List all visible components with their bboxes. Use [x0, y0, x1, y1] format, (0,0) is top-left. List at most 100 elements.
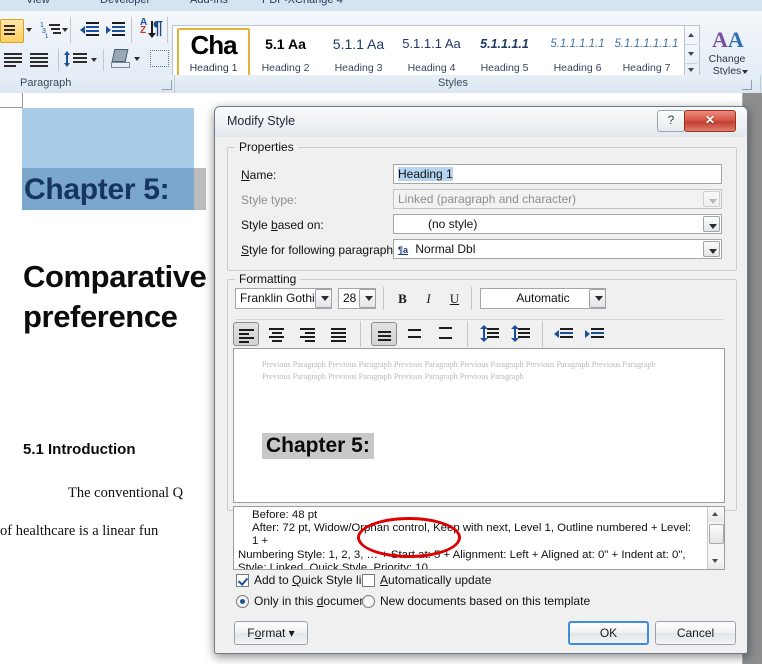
ribbon-group-labels: Paragraph Styles: [0, 75, 762, 94]
align-justify-button[interactable]: [326, 322, 352, 346]
divider: [542, 321, 543, 347]
change-styles-icon: AA: [712, 27, 744, 52]
add-to-quick-style-label[interactable]: Add to Quick Style list: [254, 573, 371, 587]
style-preview-box: Previous Paragraph Previous Paragraph Pr…: [233, 348, 725, 503]
chevron-down-icon[interactable]: [703, 241, 720, 257]
style-label: Heading 7: [622, 62, 671, 74]
divider: [471, 287, 472, 310]
document-body-line-1: The conventional Q: [68, 485, 184, 501]
document-body-line-2: of healthcare is a linear fun: [0, 523, 159, 539]
font-size-chevron-down-icon[interactable]: [359, 289, 376, 308]
close-button[interactable]: ✕: [684, 110, 736, 132]
align-justify-icon[interactable]: [30, 51, 52, 69]
line-spacing-icon[interactable]: [64, 51, 98, 69]
style-preview: 5.1 Aa: [265, 36, 306, 52]
style-based-on-label: Style based on:: [241, 218, 324, 232]
cancel-button[interactable]: Cancel: [655, 621, 736, 645]
ok-button[interactable]: OK: [568, 621, 649, 645]
style-description-text: Before: 48 pt After: 72 pt, Widow/Orphan…: [238, 509, 700, 570]
underline-button[interactable]: U: [443, 288, 466, 310]
style-preview: 5.1.1.1.1.1.1: [614, 38, 679, 50]
only-in-this-document-label[interactable]: Only in this document: [254, 594, 369, 608]
multilevel-list-icon[interactable]: 1 3 1: [40, 19, 68, 41]
description-scroll-up[interactable]: [708, 507, 723, 522]
line-spacing-single-button[interactable]: [371, 322, 397, 346]
chevron-down-icon: [703, 191, 720, 207]
gallery-scroll-up[interactable]: [685, 26, 697, 45]
desc-line-1: Before: 48 pt: [252, 509, 318, 521]
group-label-styles: Styles: [438, 77, 468, 89]
decrease-space-before-button[interactable]: [477, 322, 503, 346]
name-label: Name:: [241, 168, 277, 182]
style-label: Heading 5: [480, 62, 529, 74]
selection-highlight-edge: [194, 168, 206, 210]
change-styles-arrow[interactable]: [742, 70, 748, 74]
increase-space-after-button[interactable]: [508, 322, 534, 346]
bullets-button[interactable]: [0, 19, 24, 43]
increase-indent-button[interactable]: [583, 322, 609, 346]
dialog-titlebar[interactable]: Modify Style ? ✕: [215, 107, 747, 137]
gallery-scroll-down[interactable]: [685, 45, 697, 64]
style-for-following-paragraph-label: Style for following paragraph:: [241, 243, 397, 257]
name-label-text: ame:: [249, 168, 277, 182]
style-description-box: Before: 48 pt After: 72 pt, Widow/Orphan…: [233, 506, 725, 570]
style-name-input[interactable]: Heading 1: [393, 164, 722, 184]
line-spacing-double-button[interactable]: [433, 322, 459, 346]
bold-button[interactable]: B: [391, 288, 414, 310]
modify-style-dialog[interactable]: Modify Style ? ✕ Properties Name: Headin…: [214, 106, 748, 654]
font-name-chevron-down-icon[interactable]: [315, 289, 332, 308]
align-right-button[interactable]: [295, 322, 321, 346]
format-button[interactable]: Format ▾: [234, 621, 308, 645]
style-following-paragraph-combo[interactable]: ¶a Normal Dbl: [393, 239, 722, 259]
divider: [58, 49, 59, 71]
shading-icon[interactable]: [110, 49, 142, 71]
style-label: Heading 1: [189, 62, 238, 74]
font-color-combo[interactable]: Automatic: [480, 288, 606, 309]
align-justify-low-icon[interactable]: [4, 51, 26, 69]
decrease-indent-button[interactable]: [552, 322, 578, 346]
styles-dialog-launcher[interactable]: [742, 80, 752, 90]
divider: [383, 287, 384, 310]
add-to-quick-style-checkbox[interactable]: [236, 574, 249, 587]
help-button[interactable]: ?: [657, 110, 685, 132]
style-name-value: Heading 1: [398, 167, 453, 181]
automatically-update-label[interactable]: Automatically update: [380, 573, 491, 587]
style-preview: 5.1.1.1.1.1: [550, 38, 605, 50]
line-spacing-1-5-button[interactable]: [402, 322, 428, 346]
tab-pdf-xchange[interactable]: PDF-XChange 4: [262, 0, 343, 6]
group-label-paragraph: Paragraph: [20, 77, 72, 89]
only-in-this-document-radio[interactable]: [236, 595, 249, 608]
align-left-button[interactable]: [233, 322, 259, 346]
description-scroll-thumb[interactable]: [709, 524, 724, 544]
font-color-chevron-down-icon[interactable]: [589, 289, 606, 308]
description-scroll-down[interactable]: [708, 554, 723, 569]
tab-add-ins[interactable]: Add-Ins: [190, 0, 228, 6]
decrease-indent-icon[interactable]: [80, 21, 100, 39]
description-scrollbar[interactable]: [707, 507, 724, 569]
divider: [360, 321, 361, 347]
new-documents-template-label[interactable]: New documents based on this template: [380, 594, 590, 608]
show-formatting-marks-icon[interactable]: ¶: [153, 18, 163, 39]
italic-button[interactable]: I: [417, 288, 440, 310]
automatically-update-checkbox[interactable]: [362, 574, 375, 587]
style-label: Heading 2: [261, 62, 310, 74]
new-documents-template-radio[interactable]: [362, 595, 375, 608]
desc-line-2: After: 72 pt, Widow/Orphan control, Keep…: [252, 522, 692, 548]
increase-indent-icon[interactable]: [106, 21, 126, 39]
style-based-on-combo[interactable]: (no style): [393, 214, 722, 234]
document-title-line-2: preference: [23, 299, 178, 334]
align-center-button[interactable]: [264, 322, 290, 346]
style-preview: 5.1.1.1 Aa: [402, 36, 461, 51]
style-preview: Cha: [190, 30, 237, 60]
tab-view[interactable]: View: [26, 0, 50, 6]
chevron-down-icon[interactable]: [703, 216, 720, 232]
paragraph-style-icon: ¶a: [398, 244, 409, 255]
tab-developer[interactable]: Developer: [100, 0, 150, 6]
desc-line-4: Style: Linked, Quick Style, Priority: 10: [238, 561, 428, 570]
divider: [70, 17, 71, 43]
bullets-dropdown-arrow[interactable]: [26, 28, 32, 32]
paragraph-dialog-launcher[interactable]: [162, 80, 172, 90]
divider: [131, 17, 132, 43]
document-chapter-heading: Chapter 5:: [24, 173, 170, 206]
style-type-value: Linked (paragraph and character): [398, 192, 577, 206]
